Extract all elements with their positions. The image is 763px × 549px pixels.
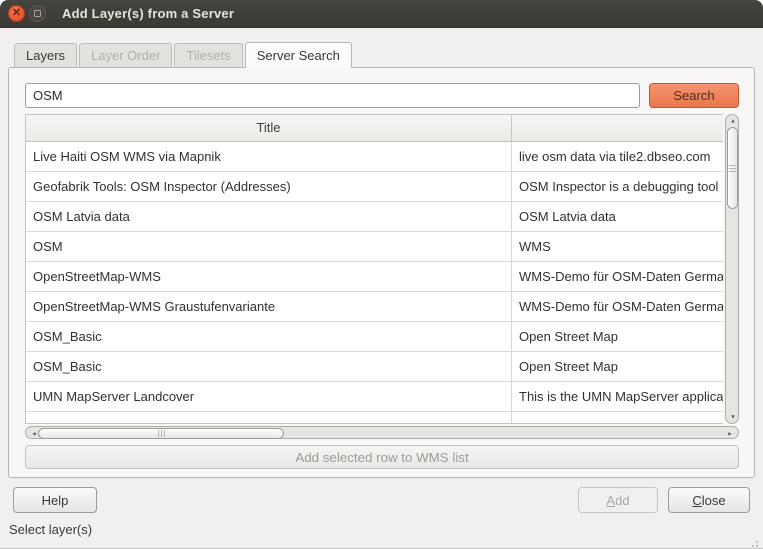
table-header: Title (26, 115, 723, 142)
cell-description[interactable]: OSM Inspector is a debugging tool (512, 172, 723, 202)
cell-title[interactable]: OSM_Basic (26, 322, 512, 352)
cell-description[interactable]: WMS (512, 232, 723, 262)
server-search-panel: Search Title Live Haiti OSM WMS via Mapn… (8, 67, 755, 478)
cell-title[interactable]: OpenStreetMap-WMS (26, 262, 512, 292)
table-row[interactable]: OSMWMS (26, 232, 723, 262)
cell-description[interactable]: WMS-Demo für OSM-Daten Germany (512, 292, 723, 322)
search-button[interactable]: Search (649, 83, 739, 108)
table-row[interactable]: UMN MapServer LandcoverThis is the UMN M… (26, 382, 723, 412)
scroll-left-icon[interactable]: ◄ (31, 431, 37, 437)
add-button[interactable]: Add (578, 487, 658, 513)
scroll-down-icon[interactable]: ▼ (730, 414, 736, 420)
tab-tilesets: Tilesets (174, 43, 242, 67)
status-text: Select layer(s) (0, 513, 763, 537)
scroll-right-icon[interactable]: ► (727, 431, 733, 437)
search-row: Search (25, 83, 739, 108)
close-window-button[interactable]: ✕ (8, 5, 25, 22)
column-header-description[interactable] (512, 115, 723, 141)
table-row[interactable]: OpenStreetMap-WMS GraustufenvarianteWMS-… (26, 292, 723, 322)
help-button[interactable]: Help (13, 487, 97, 513)
table-row[interactable]: OSM_BasicOpen Street Map (26, 352, 723, 382)
tab-bar: Layers Layer Order Tilesets Server Searc… (14, 41, 763, 67)
add-button-mnemonic: A (606, 493, 615, 508)
dialog-add-layers-from-server: ✕ Add Layer(s) from a Server Layers Laye… (0, 0, 763, 549)
cell-description[interactable]: OSM Latvia data (512, 202, 723, 232)
thumb-grip-icon (729, 168, 736, 169)
tab-layers[interactable]: Layers (14, 43, 77, 67)
maximize-icon (34, 10, 41, 17)
table-row[interactable]: Live Haiti OSM WMS via Mapniklive osm da… (26, 142, 723, 172)
tab-server-search[interactable]: Server Search (245, 42, 352, 68)
cell-title[interactable]: OpenStreetMap-WMS Graustufenvariante (26, 292, 512, 322)
cell-description[interactable] (512, 412, 723, 424)
scroll-up-icon[interactable]: ▲ (730, 118, 736, 124)
horizontal-scrollbar[interactable]: ◄ ► (25, 426, 739, 439)
cell-description[interactable]: WMS-Demo für OSM-Daten Germany (512, 262, 723, 292)
table-row[interactable]: OpenStreetMap-WMSWMS-Demo für OSM-Daten … (26, 262, 723, 292)
cell-title[interactable]: UMN MapServer Landcover (26, 382, 512, 412)
maximize-window-button[interactable] (29, 5, 46, 22)
cell-description[interactable]: Open Street Map (512, 352, 723, 382)
search-results-table: Title Live Haiti OSM WMS via Mapniklive … (25, 114, 739, 439)
cell-description[interactable]: live osm data via tile2.dbseo.com (512, 142, 723, 172)
cell-title[interactable]: OSM_Basic (26, 352, 512, 382)
close-button-label: lose (702, 493, 726, 508)
vertical-scrollbar[interactable]: ▲ ▼ (725, 114, 739, 424)
cell-title[interactable]: OSM Latvia data (26, 202, 512, 232)
horizontal-scrollbar-thumb[interactable] (38, 428, 284, 439)
search-input[interactable] (25, 83, 640, 108)
close-icon: ✕ (12, 8, 21, 19)
table-row-empty (26, 412, 723, 424)
titlebar: ✕ Add Layer(s) from a Server (0, 0, 763, 28)
table-row[interactable]: Geofabrik Tools: OSM Inspector (Addresse… (26, 172, 723, 202)
table-body: Live Haiti OSM WMS via Mapniklive osm da… (26, 142, 723, 424)
cell-title[interactable]: OSM (26, 232, 512, 262)
cell-title[interactable]: Live Haiti OSM WMS via Mapnik (26, 142, 512, 172)
cell-title[interactable] (26, 412, 512, 424)
close-button[interactable]: Close (668, 487, 750, 513)
resize-grip[interactable] (756, 541, 758, 543)
thumb-grip-icon (161, 430, 162, 437)
dialog-button-box: Help Add Close (0, 478, 763, 513)
add-button-label: dd (615, 493, 629, 508)
cell-description[interactable]: This is the UMN MapServer application (512, 382, 723, 412)
close-button-mnemonic: C (692, 493, 701, 508)
cell-description[interactable]: Open Street Map (512, 322, 723, 352)
table-main: Title Live Haiti OSM WMS via Mapniklive … (25, 114, 723, 424)
add-selected-row-button[interactable]: Add selected row to WMS list (25, 445, 739, 469)
vertical-scrollbar-thumb[interactable] (727, 127, 738, 209)
column-header-title[interactable]: Title (26, 115, 512, 141)
table-row[interactable]: OSM Latvia dataOSM Latvia data (26, 202, 723, 232)
window-title: Add Layer(s) from a Server (62, 6, 234, 21)
cell-title[interactable]: Geofabrik Tools: OSM Inspector (Addresse… (26, 172, 512, 202)
tab-layer-order: Layer Order (79, 43, 172, 67)
table-row[interactable]: OSM_BasicOpen Street Map (26, 322, 723, 352)
